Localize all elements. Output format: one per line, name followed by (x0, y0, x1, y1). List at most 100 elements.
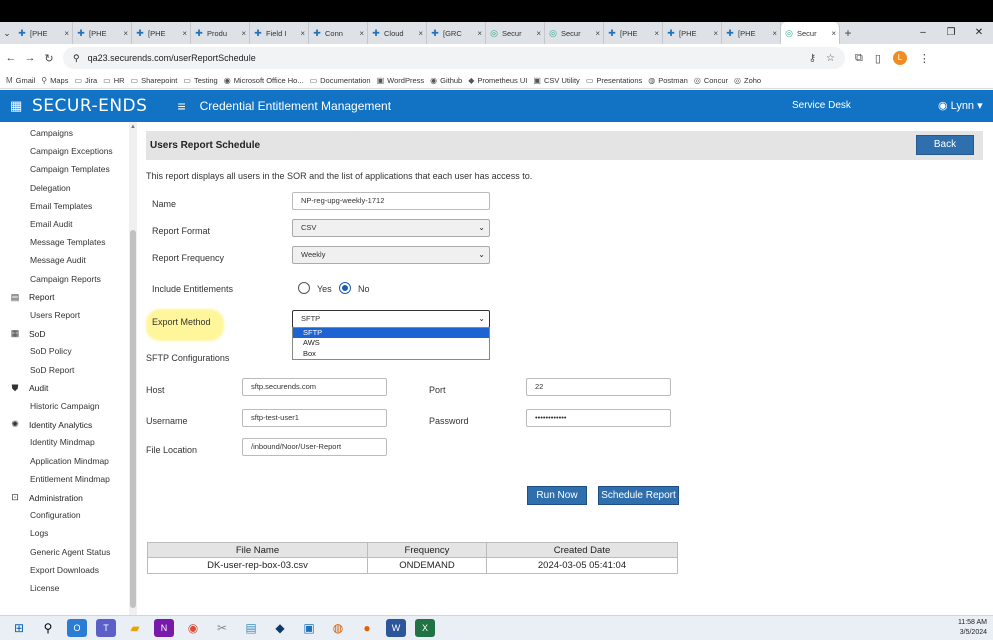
tab-close-icon[interactable]: × (64, 29, 69, 38)
sidebar-item[interactable]: Campaign Templates (30, 164, 110, 174)
bookmark-item[interactable]: ▭ Documentation (310, 76, 371, 85)
report-format-select[interactable]: CSV ⌄ (292, 219, 490, 237)
hamburger-menu-icon[interactable]: ≡ (177, 98, 185, 114)
restore-icon[interactable]: ❐ (937, 22, 965, 44)
sidebar-item[interactable]: Application Mindmap (30, 456, 109, 466)
export-method-select[interactable]: SFTP ⌄ (292, 310, 490, 328)
report-frequency-select[interactable]: Weekly ⌄ (292, 246, 490, 264)
firefox-icon[interactable]: ● (357, 619, 377, 637)
browser-tab[interactable]: ✚ [PHE × (73, 22, 132, 44)
tab-close-icon[interactable]: × (123, 29, 128, 38)
entitlements-yes-radio[interactable] (298, 282, 310, 294)
minimize-icon[interactable]: – (909, 22, 937, 44)
close-window-icon[interactable]: ✕ (965, 22, 993, 44)
sidebar-item[interactable]: SoD Policy (30, 346, 72, 356)
sidebar-item[interactable]: Entitlement Mindmap (30, 474, 110, 484)
system-clock[interactable]: 11:58 AM 3/5/2024 (958, 618, 987, 638)
bookmark-item[interactable]: ◉ Microsoft Office Ho... (224, 76, 304, 85)
browser-tab[interactable]: ✚ Produ × (191, 22, 250, 44)
tab-close-icon[interactable]: × (182, 29, 187, 38)
securends-logo[interactable]: SECUR-ENDS (32, 96, 147, 116)
sidebar-item[interactable]: Campaigns (30, 128, 73, 138)
bookmark-item[interactable]: ▭ Sharepoint (131, 76, 178, 85)
search-icon[interactable]: ⚲ (38, 619, 58, 637)
cell-file-name[interactable]: DK-user-rep-box-03.csv (147, 557, 368, 574)
table-row[interactable]: DK-user-rep-box-03.csv ONDEMAND 2024-03-… (147, 557, 678, 574)
sidebar-item[interactable]: Delegation (30, 183, 71, 193)
entitlements-yes-label[interactable]: Yes (317, 284, 332, 294)
port-input[interactable]: 22 (526, 378, 671, 396)
forward-arrow-icon[interactable]: → (22, 52, 38, 64)
sidebar-item[interactable]: Historic Campaign (30, 401, 99, 411)
apps-grid-icon[interactable]: ▦ (10, 98, 24, 114)
bookmark-item[interactable]: ▭ HR (103, 76, 124, 85)
browser-tab[interactable]: ◎ Secur × (545, 22, 604, 44)
windows-start-icon[interactable]: ⊞ (9, 619, 29, 637)
side-panel-icon[interactable]: ▯ (875, 52, 881, 65)
bookmark-item[interactable]: ◆ Prometheus UI (468, 76, 527, 85)
browser-tab[interactable]: ✚ Cloud × (368, 22, 427, 44)
bookmark-item[interactable]: M Gmail (6, 76, 35, 85)
file-location-input[interactable]: /inbound/Noor/User-Report (242, 438, 387, 456)
user-menu[interactable]: ◉ Lynn ▾ (938, 99, 983, 113)
extensions-icon[interactable]: ⧉ (855, 52, 863, 65)
browser-tab[interactable]: ✚ [PHE × (663, 22, 722, 44)
sidebar-item[interactable]: SoD Report (30, 365, 74, 375)
word-icon[interactable]: W (386, 619, 406, 637)
sidebar-section-header[interactable]: ✺ Identity Analytics (10, 419, 92, 430)
tab-close-icon[interactable]: × (831, 29, 836, 38)
back-arrow-icon[interactable]: ← (3, 52, 19, 64)
reload-icon[interactable]: ↻ (41, 52, 57, 65)
site-info-icon[interactable]: ⚲ (73, 53, 80, 64)
tab-close-icon[interactable]: × (300, 29, 305, 38)
tab-search-icon[interactable]: ⌄ (0, 28, 14, 39)
bookmark-item[interactable]: ◍ Postman (648, 76, 688, 85)
vpn-icon[interactable]: ◆ (270, 619, 290, 637)
tab-close-icon[interactable]: × (477, 29, 482, 38)
sidebar-item[interactable]: Message Templates (30, 237, 105, 247)
dropdown-option[interactable]: SFTP (293, 328, 489, 339)
sidebar-item[interactable]: License (30, 583, 59, 593)
bookmark-item[interactable]: ▭ Presentations (586, 76, 642, 85)
bookmark-star-icon[interactable]: ☆ (826, 53, 835, 64)
browser-tab[interactable]: ✚ [PHE × (132, 22, 191, 44)
tab-close-icon[interactable]: × (359, 29, 364, 38)
service-desk-link[interactable]: Service Desk (792, 100, 851, 111)
onenote-icon[interactable]: N (154, 619, 174, 637)
sidebar-item[interactable]: Email Audit (30, 219, 73, 229)
tab-close-icon[interactable]: × (713, 29, 718, 38)
bookmark-item[interactable]: ▭ Jira (74, 76, 97, 85)
username-input[interactable]: sftp-test-user1 (242, 409, 387, 427)
password-input[interactable]: •••••••••••• (526, 409, 671, 427)
dropdown-option[interactable]: AWS (293, 338, 489, 348)
sidebar-item[interactable]: Configuration (30, 510, 81, 520)
sidebar-item[interactable]: Users Report (30, 310, 80, 320)
schedule-report-button[interactable]: Schedule Report (598, 486, 679, 505)
remote-desktop-icon[interactable]: ▣ (299, 619, 319, 637)
file-explorer-icon[interactable]: ▰ (125, 619, 145, 637)
sidebar-item[interactable]: Identity Mindmap (30, 437, 95, 447)
sidebar-item[interactable]: Logs (30, 528, 48, 538)
bookmark-item[interactable]: ▣ WordPress (377, 76, 425, 85)
entitlements-no-radio[interactable] (339, 282, 351, 294)
sidebar-section-header[interactable]: ⊡ Administration (10, 492, 83, 503)
notepad-icon[interactable]: ▤ (241, 619, 261, 637)
tab-close-icon[interactable]: × (536, 29, 541, 38)
address-bar[interactable]: ⚲ qa23.securends.com/userReportSchedule … (63, 47, 845, 69)
sidebar-item[interactable]: Email Templates (30, 201, 92, 211)
tab-close-icon[interactable]: × (772, 29, 777, 38)
bookmark-item[interactable]: ▣ CSV Utility (533, 76, 579, 85)
back-button[interactable]: Back (916, 135, 974, 155)
app-icon[interactable]: ◍ (328, 619, 348, 637)
sidebar-section-header[interactable]: ⛊ Audit (10, 383, 49, 394)
browser-menu-icon[interactable]: ⋮ (919, 52, 930, 65)
sidebar-item[interactable]: Campaign Exceptions (30, 146, 113, 156)
profile-avatar[interactable]: L (892, 51, 907, 65)
bookmark-item[interactable]: ◎ Concur (694, 76, 728, 85)
browser-tab[interactable]: ✚ Field I × (250, 22, 309, 44)
sidebar-item[interactable]: Message Audit (30, 255, 86, 265)
sidebar-item[interactable]: Export Downloads (30, 565, 99, 575)
bookmark-item[interactable]: ⚲ Maps (41, 76, 68, 85)
excel-icon[interactable]: X (415, 619, 435, 637)
bookmark-item[interactable]: ◉ Github (430, 76, 462, 85)
